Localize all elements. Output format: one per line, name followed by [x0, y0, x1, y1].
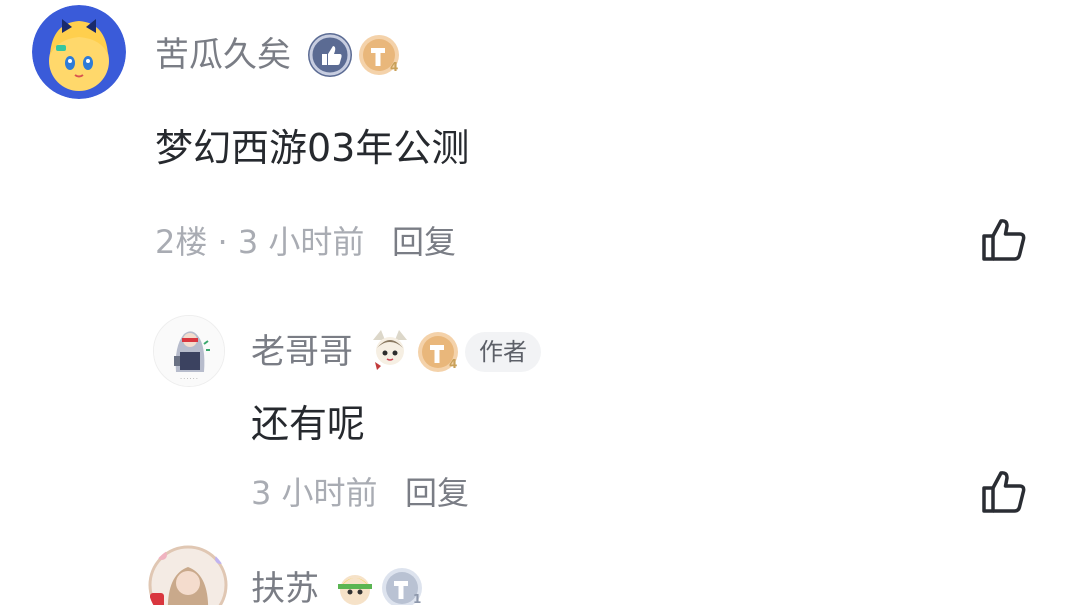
author-tag: 作者 — [465, 332, 541, 372]
level-number: 1 — [413, 592, 422, 605]
verified-like-badge-icon — [308, 33, 352, 77]
comment-meta: 2楼 · 3 小时前 — [155, 226, 364, 258]
thumbs-up-icon[interactable] — [980, 215, 1030, 265]
svg-text:· · · · · ·: · · · · · · — [180, 376, 198, 382]
character-avatar-badge-icon — [332, 564, 378, 605]
avatar[interactable] — [148, 545, 228, 605]
reply-button[interactable]: 回复 — [405, 477, 469, 509]
comment-text: 梦幻西游03年公测 — [155, 126, 470, 170]
reply-text: 还有呢 — [251, 402, 366, 446]
reply-button[interactable]: 回复 — [392, 226, 456, 258]
floor-number: 2楼 — [155, 223, 208, 261]
comment-time: 3 小时前 — [237, 223, 365, 261]
character-avatar-badge-icon — [367, 326, 413, 372]
thumbs-up-icon[interactable] — [980, 467, 1030, 517]
reply-username[interactable]: 老哥哥 — [251, 335, 353, 369]
meta-separator: · — [217, 223, 228, 261]
username[interactable]: 苦瓜久矣 — [155, 38, 291, 72]
username[interactable]: 扶苏 — [251, 572, 319, 605]
level-number: 4 — [390, 60, 399, 74]
avatar[interactable] — [32, 5, 126, 99]
comment-thread: 苦瓜久矣 4 梦幻西游03年公测 2楼 · 3 小时前 回复 · · · · ·… — [0, 0, 1079, 605]
level-number: 4 — [449, 357, 458, 371]
avatar[interactable]: · · · · · · — [153, 315, 225, 387]
reply-time: 3 小时前 — [251, 474, 378, 512]
